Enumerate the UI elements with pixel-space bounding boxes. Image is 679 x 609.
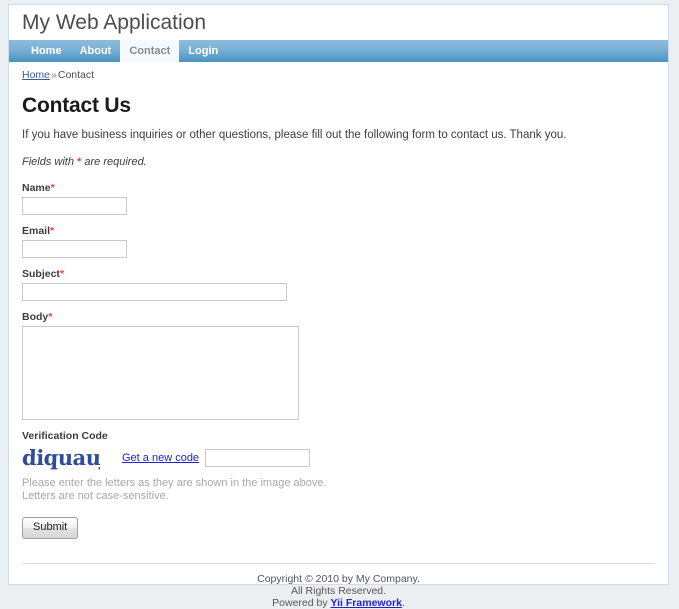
verification-label: Verification Code xyxy=(22,430,108,442)
body-label-text: Body xyxy=(22,311,49,323)
breadcrumb: Home»Contact xyxy=(9,62,668,82)
nav-item-login[interactable]: Login xyxy=(179,40,227,62)
required-fields-note: Fields with * are required. xyxy=(22,156,655,168)
email-required-icon: * xyxy=(50,225,55,237)
footer-powered-by: Powered by Yii Framework. xyxy=(22,597,655,609)
captcha-line: diquauj Get a new code xyxy=(22,445,655,471)
form-row-subject: Subject* xyxy=(22,268,655,301)
email-label: Email* xyxy=(22,225,655,237)
verification-code-input[interactable] xyxy=(205,449,311,467)
required-note-suffix: are required. xyxy=(81,156,147,168)
verification-hint: Please enter the letters as they are sho… xyxy=(22,477,655,503)
form-row-verification: Verification Code diquauj Get a new code… xyxy=(22,430,655,503)
subject-input[interactable] xyxy=(22,283,287,301)
name-input[interactable] xyxy=(22,197,127,215)
email-input[interactable] xyxy=(22,240,127,258)
verification-hint-line-2: Letters are not case-sensitive. xyxy=(22,490,169,502)
breadcrumb-link-home[interactable]: Home xyxy=(22,69,50,81)
site-footer: Copyright © 2010 by My Company. All Righ… xyxy=(22,563,655,609)
body-label: Body* xyxy=(22,311,655,323)
submit-button[interactable]: Submit xyxy=(22,517,79,539)
required-note-prefix: Fields with xyxy=(22,156,78,168)
site-header: My Web Application xyxy=(9,5,668,40)
nav-link-login[interactable]: Login xyxy=(179,40,227,62)
yii-framework-link[interactable]: Yii Framework xyxy=(331,597,402,609)
nav-link-contact[interactable]: Contact xyxy=(120,40,180,62)
subject-label: Subject* xyxy=(22,268,655,280)
breadcrumb-separator-icon: » xyxy=(51,69,57,81)
body-required-icon: * xyxy=(48,311,53,323)
nav-item-contact[interactable]: Contact xyxy=(120,40,180,62)
nav-item-about[interactable]: About xyxy=(71,40,121,62)
name-label-text: Name xyxy=(22,182,51,194)
site-title: My Web Application xyxy=(22,11,207,34)
intro-text: If you have business inquiries or other … xyxy=(22,129,567,141)
email-label-text: Email xyxy=(22,225,51,237)
form-buttons: Submit xyxy=(22,517,655,545)
form-row-email: Email* xyxy=(22,225,655,258)
nav-link-home[interactable]: Home xyxy=(22,40,71,62)
name-required-icon: * xyxy=(50,182,55,194)
footer-copyright: Copyright © 2010 by My Company. xyxy=(257,573,420,585)
subject-label-text: Subject xyxy=(22,268,60,280)
nav-link-about[interactable]: About xyxy=(71,40,121,62)
main-content: Contact Us If you have business inquirie… xyxy=(9,82,668,545)
captcha-image: diquauj xyxy=(22,445,100,471)
nav-list: Home About Contact Login xyxy=(9,40,668,62)
form-row-name: Name* xyxy=(22,182,655,215)
name-label: Name* xyxy=(22,182,655,194)
body-textarea[interactable] xyxy=(22,326,299,420)
get-new-code-link[interactable]: Get a new code xyxy=(122,452,199,464)
breadcrumb-current: Contact xyxy=(57,69,95,81)
footer-powered-prefix: Powered by xyxy=(272,597,331,609)
form-row-body: Body* xyxy=(22,311,655,420)
page-title: Contact Us xyxy=(22,94,131,117)
footer-powered-suffix: . xyxy=(401,597,405,609)
page-container: My Web Application Home About Contact Lo… xyxy=(8,4,669,609)
main-navigation: Home About Contact Login xyxy=(9,40,668,62)
footer-rights: All Rights Reserved. xyxy=(290,585,387,597)
verification-hint-line-1: Please enter the letters as they are sho… xyxy=(22,477,327,489)
nav-item-home[interactable]: Home xyxy=(22,40,71,62)
subject-required-icon: * xyxy=(59,268,65,280)
captcha-text: diquauj xyxy=(22,445,100,470)
contact-form: Name* Email* Subject* Body* Verification… xyxy=(22,182,655,545)
